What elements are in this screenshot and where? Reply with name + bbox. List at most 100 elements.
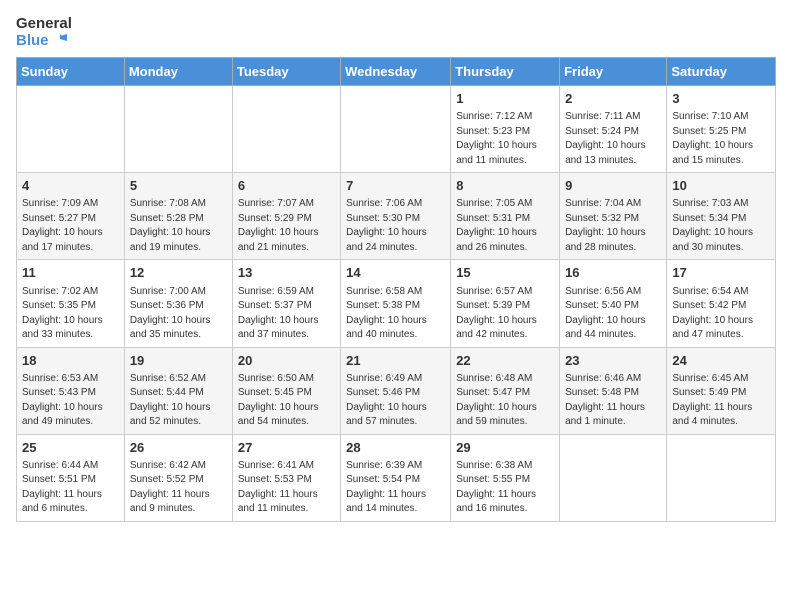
calendar-cell: 13Sunrise: 6:59 AMSunset: 5:37 PMDayligh… (232, 260, 340, 347)
calendar-cell: 11 Sunrise: 7:02 AMSunset: 5:35 PMDayligh… (17, 260, 125, 347)
calendar-cell: 24 Sunrise: 6:45 AMSunset: 5:49 PMDayligh… (667, 347, 776, 434)
calendar-cell: 18 Sunrise: 6:53 AMSunset: 5:43 PMDayligh… (17, 347, 125, 434)
weekday-header-monday: Monday (124, 58, 232, 86)
day-info: Sunrise: 7:07 AMSunset: 5:29 PMDaylight:… (238, 197, 335, 255)
day-info: Sunrise: 6:52 AMSunset: 5:44 PMDaylight:… (130, 372, 227, 430)
day-info: Sunrise: 6:46 AMSunset: 5:48 PMDaylight:… (565, 372, 661, 430)
day-info: Sunrise: 6:38 AMSunset: 5:55 PMDaylight:… (456, 459, 554, 517)
day-info: Sunrise: 7:02 AMSunset: 5:35 PMDaylight:… (22, 285, 119, 343)
day-info: Sunrise: 7:08 AMSunset: 5:28 PMDaylight:… (130, 197, 227, 255)
calendar-cell: 9 Sunrise: 7:04 AMSunset: 5:32 PMDaylight… (560, 173, 667, 260)
logo-text: General Blue (16, 16, 72, 49)
day-number: 6 (238, 177, 335, 195)
calendar-cell (17, 86, 125, 173)
day-number: 11 (22, 264, 119, 282)
calendar-cell: 28 Sunrise: 6:39 AMSunset: 5:54 PMDayligh… (341, 434, 451, 521)
calendar-cell: 19 Sunrise: 6:52 AMSunset: 5:44 PMDayligh… (124, 347, 232, 434)
calendar-cell: 12 Sunrise: 7:00 AMSunset: 5:36 PMDayligh… (124, 260, 232, 347)
day-number: 9 (565, 177, 661, 195)
day-number: 19 (130, 352, 227, 370)
calendar-week-row: 1Sunrise: 7:12 AMSunset: 5:23 PMDaylight… (17, 86, 776, 173)
day-number: 17 (672, 264, 770, 282)
calendar-cell (667, 434, 776, 521)
calendar-cell: 5 Sunrise: 7:08 AMSunset: 5:28 PMDaylight… (124, 173, 232, 260)
calendar-cell: 8 Sunrise: 7:05 AMSunset: 5:31 PMDaylight… (451, 173, 560, 260)
day-info: Sunrise: 7:05 AMSunset: 5:31 PMDaylight:… (456, 197, 554, 255)
day-number: 22 (456, 352, 554, 370)
day-number: 10 (672, 177, 770, 195)
calendar-cell: 26 Sunrise: 6:42 AMSunset: 5:52 PMDayligh… (124, 434, 232, 521)
day-info: Sunrise: 7:09 AMSunset: 5:27 PMDaylight:… (22, 197, 119, 255)
calendar-cell: 20 Sunrise: 6:50 AMSunset: 5:45 PMDayligh… (232, 347, 340, 434)
day-number: 27 (238, 439, 335, 457)
day-info: Sunrise: 7:06 AMSunset: 5:30 PMDaylight:… (346, 197, 445, 255)
calendar-table: SundayMondayTuesdayWednesdayThursdayFrid… (16, 57, 776, 522)
calendar-cell (560, 434, 667, 521)
calendar-week-row: 11 Sunrise: 7:02 AMSunset: 5:35 PMDayligh… (17, 260, 776, 347)
weekday-header-sunday: Sunday (17, 58, 125, 86)
calendar-cell: 14Sunrise: 6:58 AMSunset: 5:38 PMDayligh… (341, 260, 451, 347)
day-number: 8 (456, 177, 554, 195)
day-number: 2 (565, 90, 661, 108)
day-number: 5 (130, 177, 227, 195)
day-info: Sunrise: 6:45 AMSunset: 5:49 PMDaylight:… (672, 372, 770, 430)
calendar-cell (232, 86, 340, 173)
calendar-cell: 2 Sunrise: 7:11 AMSunset: 5:24 PMDaylight… (560, 86, 667, 173)
weekday-header-row: SundayMondayTuesdayWednesdayThursdayFrid… (17, 58, 776, 86)
day-info: Sunrise: 6:54 AMSunset: 5:42 PMDaylight:… (672, 285, 770, 343)
day-number: 21 (346, 352, 445, 370)
day-info: Sunrise: 7:11 AMSunset: 5:24 PMDaylight:… (565, 110, 661, 168)
weekday-header-tuesday: Tuesday (232, 58, 340, 86)
calendar-cell: 3 Sunrise: 7:10 AMSunset: 5:25 PMDaylight… (667, 86, 776, 173)
day-info: Sunrise: 6:39 AMSunset: 5:54 PMDaylight:… (346, 459, 445, 517)
day-number: 16 (565, 264, 661, 282)
day-number: 18 (22, 352, 119, 370)
calendar-cell: 23 Sunrise: 6:46 AMSunset: 5:48 PMDayligh… (560, 347, 667, 434)
calendar-week-row: 4 Sunrise: 7:09 AMSunset: 5:27 PMDaylight… (17, 173, 776, 260)
calendar-cell: 22 Sunrise: 6:48 AMSunset: 5:47 PMDayligh… (451, 347, 560, 434)
day-number: 13 (238, 264, 335, 282)
day-info: Sunrise: 7:10 AMSunset: 5:25 PMDaylight:… (672, 110, 770, 168)
page-header: General Blue (16, 16, 776, 49)
day-number: 3 (672, 90, 770, 108)
day-number: 26 (130, 439, 227, 457)
calendar-cell: 29 Sunrise: 6:38 AMSunset: 5:55 PMDayligh… (451, 434, 560, 521)
day-number: 20 (238, 352, 335, 370)
calendar-cell: 1Sunrise: 7:12 AMSunset: 5:23 PMDaylight… (451, 86, 560, 173)
day-number: 28 (346, 439, 445, 457)
weekday-header-thursday: Thursday (451, 58, 560, 86)
day-info: Sunrise: 6:53 AMSunset: 5:43 PMDaylight:… (22, 372, 119, 430)
weekday-header-saturday: Saturday (667, 58, 776, 86)
calendar-week-row: 25 Sunrise: 6:44 AMSunset: 5:51 PMDayligh… (17, 434, 776, 521)
day-info: Sunrise: 6:57 AMSunset: 5:39 PMDaylight:… (456, 285, 554, 343)
weekday-header-friday: Friday (560, 58, 667, 86)
day-info: Sunrise: 6:42 AMSunset: 5:52 PMDaylight:… (130, 459, 227, 517)
day-info: Sunrise: 7:04 AMSunset: 5:32 PMDaylight:… (565, 197, 661, 255)
weekday-header-wednesday: Wednesday (341, 58, 451, 86)
day-number: 29 (456, 439, 554, 457)
day-number: 23 (565, 352, 661, 370)
calendar-cell: 21 Sunrise: 6:49 AMSunset: 5:46 PMDayligh… (341, 347, 451, 434)
day-info: Sunrise: 7:12 AMSunset: 5:23 PMDaylight:… (456, 110, 554, 168)
calendar-cell: 17 Sunrise: 6:54 AMSunset: 5:42 PMDayligh… (667, 260, 776, 347)
day-info: Sunrise: 6:56 AMSunset: 5:40 PMDaylight:… (565, 285, 661, 343)
day-number: 4 (22, 177, 119, 195)
day-number: 15 (456, 264, 554, 282)
calendar-cell: 15 Sunrise: 6:57 AMSunset: 5:39 PMDayligh… (451, 260, 560, 347)
calendar-cell: 4 Sunrise: 7:09 AMSunset: 5:27 PMDaylight… (17, 173, 125, 260)
day-info: Sunrise: 6:50 AMSunset: 5:45 PMDaylight:… (238, 372, 335, 430)
day-number: 24 (672, 352, 770, 370)
day-info: Sunrise: 6:58 AMSunset: 5:38 PMDaylight:… (346, 285, 445, 343)
logo: General Blue (16, 16, 72, 49)
calendar-cell: 10 Sunrise: 7:03 AMSunset: 5:34 PMDayligh… (667, 173, 776, 260)
calendar-cell (124, 86, 232, 173)
day-number: 12 (130, 264, 227, 282)
day-info: Sunrise: 6:44 AMSunset: 5:51 PMDaylight:… (22, 459, 119, 517)
day-info: Sunrise: 6:49 AMSunset: 5:46 PMDaylight:… (346, 372, 445, 430)
day-info: Sunrise: 7:00 AMSunset: 5:36 PMDaylight:… (130, 285, 227, 343)
day-info: Sunrise: 6:48 AMSunset: 5:47 PMDaylight:… (456, 372, 554, 430)
day-number: 25 (22, 439, 119, 457)
logo-bird-icon (53, 34, 67, 48)
day-info: Sunrise: 7:03 AMSunset: 5:34 PMDaylight:… (672, 197, 770, 255)
calendar-cell: 16 Sunrise: 6:56 AMSunset: 5:40 PMDayligh… (560, 260, 667, 347)
